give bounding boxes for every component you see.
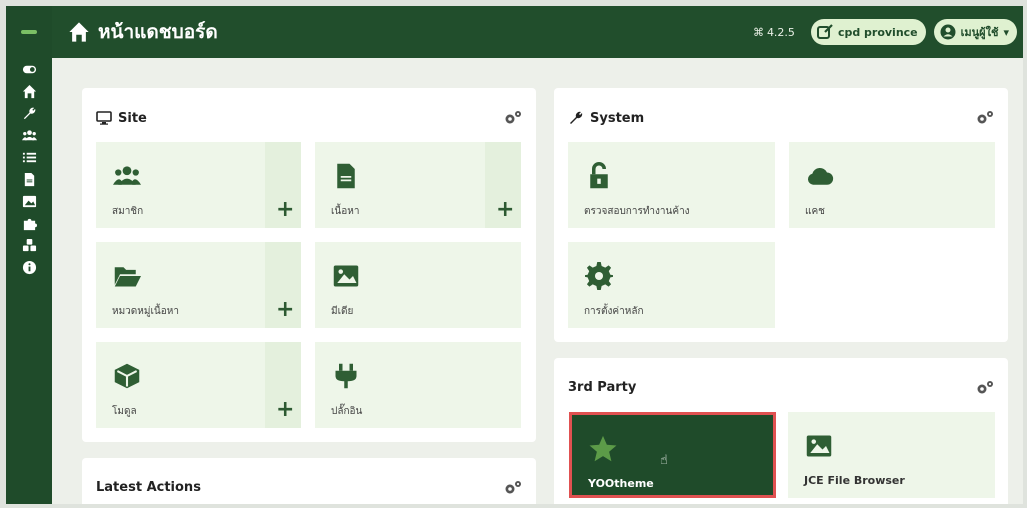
gear-icon bbox=[585, 262, 613, 290]
tile-articles[interactable]: เนื้อหา + bbox=[315, 142, 521, 228]
tile-label: โมดูล bbox=[112, 406, 137, 417]
version-label: 4.2.5 bbox=[766, 25, 795, 39]
logo[interactable] bbox=[6, 6, 52, 58]
sidebar bbox=[6, 6, 52, 504]
add-module-button[interactable]: + bbox=[265, 342, 301, 428]
cursor-hand-icon: ☝ bbox=[660, 453, 668, 468]
card-options-gear-icon[interactable] bbox=[504, 480, 522, 496]
topbar-actions: ⌘ 4.2.5 cpd province เมนูผู้ใช้ ▾ bbox=[753, 19, 1017, 45]
latest-actions-card: Latest Actions bbox=[82, 458, 536, 504]
file-icon bbox=[337, 163, 355, 189]
add-user-button[interactable]: + bbox=[265, 142, 301, 228]
site-card: Site สมาชิก + เนื้อหา + หมวดหมู่เนื้อหา … bbox=[82, 88, 536, 442]
topbar: หน้าแดชบอร์ด ⌘ 4.2.5 cpd province เมนูผู… bbox=[52, 6, 1023, 58]
users-icon[interactable] bbox=[6, 124, 52, 146]
tile-plugins[interactable]: ปลั๊กอิน bbox=[315, 342, 521, 428]
add-article-button[interactable]: + bbox=[485, 142, 521, 228]
user-menu-label: เมนูผู้ใช้ bbox=[960, 26, 999, 39]
user-circle-icon bbox=[940, 24, 956, 40]
tile-media[interactable]: มีเดีย bbox=[315, 242, 521, 328]
star-icon bbox=[589, 435, 617, 462]
desktop-icon bbox=[96, 111, 112, 125]
add-category-button[interactable]: + bbox=[265, 242, 301, 328]
third-party-card-title: 3rd Party bbox=[568, 380, 637, 395]
system-card: System ตรวจสอบการทำงานค้าง แคช การตั้งค่… bbox=[554, 88, 1008, 342]
version-badge: ⌘ 4.2.5 bbox=[753, 26, 795, 39]
wrench-icon[interactable] bbox=[6, 102, 52, 124]
tile-label: แคช bbox=[805, 206, 825, 217]
tile-categories[interactable]: หมวดหมู่เนื้อหา + bbox=[96, 242, 301, 328]
tile-label: ตรวจสอบการทำงานค้าง bbox=[584, 206, 690, 217]
wrench-icon bbox=[570, 111, 583, 124]
joomla-icon: ⌘ bbox=[752, 25, 764, 39]
tile-label: JCE File Browser bbox=[804, 474, 905, 487]
image-icon bbox=[806, 435, 832, 457]
puzzle-icon[interactable] bbox=[6, 212, 52, 234]
cloud-icon bbox=[807, 167, 834, 185]
info-icon[interactable] bbox=[6, 256, 52, 278]
image-icon bbox=[333, 265, 359, 287]
toggle-icon[interactable] bbox=[6, 58, 52, 80]
list-icon[interactable] bbox=[6, 146, 52, 168]
home-icon bbox=[69, 22, 89, 42]
app-frame: หน้าแดชบอร์ด ⌘ 4.2.5 cpd province เมนูผู… bbox=[6, 6, 1023, 504]
tile-global-checkin[interactable]: ตรวจสอบการทำงานค้าง bbox=[568, 142, 775, 228]
tile-users[interactable]: สมาชิก + bbox=[96, 142, 301, 228]
tile-label: การตั้งค่าหลัก bbox=[584, 306, 644, 317]
tile-global-configuration[interactable]: การตั้งค่าหลัก bbox=[568, 242, 775, 328]
tile-modules[interactable]: โมดูล + bbox=[96, 342, 301, 428]
cube-icon bbox=[114, 363, 140, 389]
tile-label: หมวดหมู่เนื้อหา bbox=[112, 306, 179, 317]
unlock-icon bbox=[590, 162, 608, 189]
site-link-button[interactable]: cpd province bbox=[810, 19, 926, 45]
site-link-label: cpd province bbox=[837, 25, 918, 39]
page-title: หน้าแดชบอร์ด bbox=[98, 21, 218, 43]
plug-icon bbox=[335, 363, 357, 389]
card-options-gear-icon[interactable] bbox=[976, 380, 994, 396]
card-options-gear-icon[interactable] bbox=[504, 110, 522, 126]
tile-label: สมาชิก bbox=[112, 206, 144, 217]
external-edit-icon bbox=[816, 24, 833, 39]
third-party-card: 3rd Party YOOtheme ☝ JCE File Browser bbox=[554, 358, 1008, 504]
chevron-down-icon: ▾ bbox=[1003, 25, 1009, 39]
tile-label: มีเดีย bbox=[331, 306, 354, 317]
folder-open-icon bbox=[114, 267, 141, 287]
user-menu-button[interactable]: เมนูผู้ใช้ ▾ bbox=[933, 19, 1017, 45]
latest-actions-title: Latest Actions bbox=[96, 480, 201, 495]
tile-label: เนื้อหา bbox=[331, 206, 360, 217]
file-icon[interactable] bbox=[6, 168, 52, 190]
tile-yootheme[interactable]: YOOtheme ☝ bbox=[569, 412, 776, 498]
home-icon[interactable] bbox=[6, 80, 52, 102]
site-card-title: Site bbox=[96, 110, 147, 126]
card-options-gear-icon[interactable] bbox=[976, 110, 994, 126]
tile-cache[interactable]: แคช bbox=[789, 142, 995, 228]
tile-label: YOOtheme bbox=[588, 477, 654, 490]
tile-label: ปลั๊กอิน bbox=[331, 406, 363, 417]
image-icon[interactable] bbox=[6, 190, 52, 212]
system-card-title: System bbox=[568, 110, 644, 126]
cubes-icon[interactable] bbox=[6, 234, 52, 256]
tile-jce-file-browser[interactable]: JCE File Browser bbox=[788, 412, 995, 498]
users-icon bbox=[113, 166, 141, 185]
